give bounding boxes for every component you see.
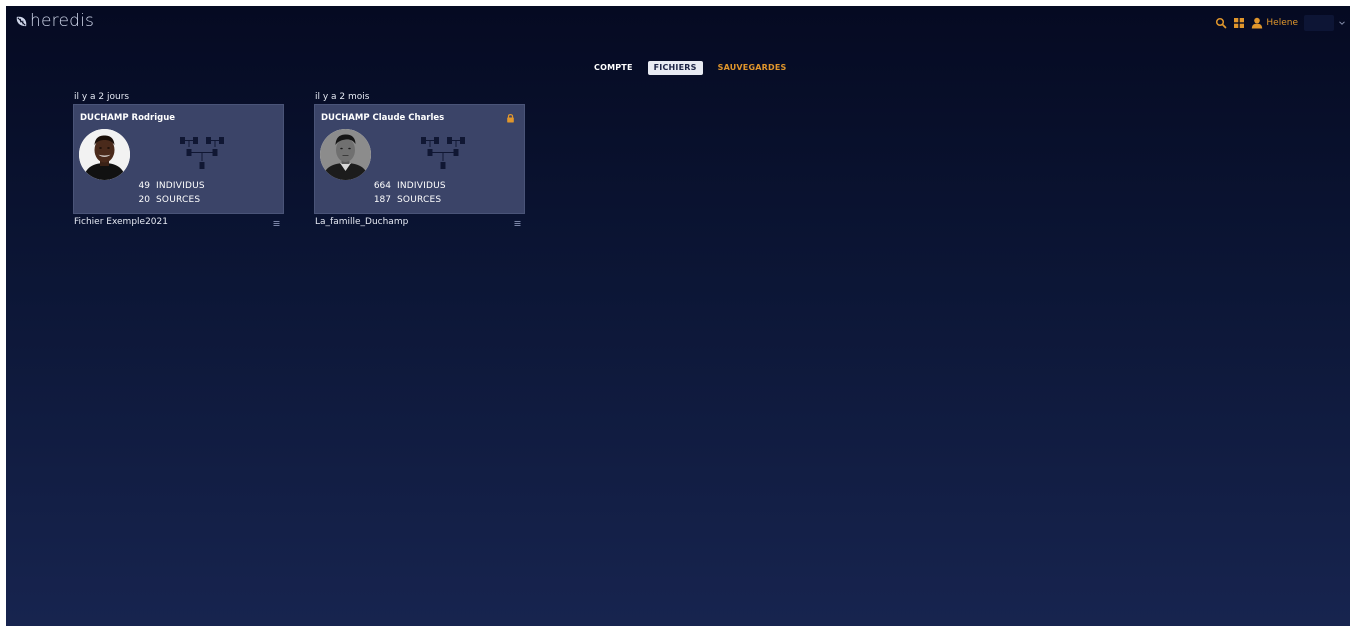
app-window: heredis Helene COMPTE FICHIERS SAUVEGARD… bbox=[6, 6, 1350, 626]
chevron-down-icon[interactable] bbox=[1336, 17, 1348, 29]
file-footer: Fichier Exemple2021 bbox=[73, 214, 284, 230]
logo-text: heredis bbox=[30, 11, 95, 31]
tab-fichiers[interactable]: FICHIERS bbox=[647, 61, 703, 75]
file-item: il y a 2 jours DUCHAMP Rodrigue 49 INDIV… bbox=[73, 92, 284, 230]
individus-label: INDIVIDUS bbox=[156, 181, 205, 191]
file-card[interactable]: DUCHAMP Claude Charles 664 INDIVIDUS 187… bbox=[314, 104, 525, 214]
user-name[interactable]: Helene bbox=[1266, 18, 1298, 28]
file-date: il y a 2 jours bbox=[74, 92, 130, 102]
individus-stat: 49 INDIVIDUS bbox=[120, 181, 205, 191]
grid-icon[interactable] bbox=[1233, 17, 1245, 29]
file-date: il y a 2 mois bbox=[315, 92, 370, 102]
header-toolbar: Helene bbox=[1215, 15, 1350, 31]
sources-count: 187 bbox=[373, 195, 391, 205]
file-item: il y a 2 mois DUCHAMP Claude Charles 664… bbox=[314, 92, 525, 230]
user-icon[interactable] bbox=[1251, 17, 1263, 29]
root-person-name: DUCHAMP Rodrigue bbox=[80, 113, 176, 123]
sources-stat: 20 SOURCES bbox=[120, 195, 201, 205]
menu-icon[interactable] bbox=[513, 219, 522, 228]
search-icon[interactable] bbox=[1215, 17, 1227, 29]
sources-label: SOURCES bbox=[397, 195, 442, 205]
file-name[interactable]: La_famille_Duchamp bbox=[315, 217, 408, 227]
individus-stat: 664 INDIVIDUS bbox=[361, 181, 446, 191]
lock-icon[interactable] bbox=[506, 113, 515, 123]
sources-label: SOURCES bbox=[156, 195, 201, 205]
file-footer: La_famille_Duchamp bbox=[314, 214, 525, 230]
individus-count: 664 bbox=[373, 181, 391, 191]
sources-count: 20 bbox=[138, 195, 150, 205]
individus-label: INDIVIDUS bbox=[397, 181, 446, 191]
sources-stat: 187 SOURCES bbox=[361, 195, 441, 205]
heredis-logo[interactable]: heredis bbox=[15, 13, 94, 30]
leaf-logo-icon bbox=[16, 16, 27, 27]
file-name[interactable]: Fichier Exemple2021 bbox=[74, 217, 168, 227]
family-tree-icon bbox=[421, 137, 465, 169]
user-menu-box[interactable] bbox=[1304, 15, 1334, 31]
menu-icon[interactable] bbox=[272, 219, 281, 228]
individus-count: 49 bbox=[138, 181, 150, 191]
person-avatar bbox=[79, 129, 130, 180]
person-avatar bbox=[320, 129, 371, 180]
tab-sauvegardes[interactable]: SAUVEGARDES bbox=[712, 61, 793, 75]
family-tree-icon bbox=[180, 137, 224, 169]
tab-compte[interactable]: COMPTE bbox=[588, 61, 639, 75]
file-card[interactable]: DUCHAMP Rodrigue 49 INDIVIDUS 20 SOURCES bbox=[73, 104, 284, 214]
tab-bar: COMPTE FICHIERS SAUVEGARDES bbox=[588, 61, 792, 75]
root-person-name: DUCHAMP Claude Charles bbox=[321, 113, 445, 123]
